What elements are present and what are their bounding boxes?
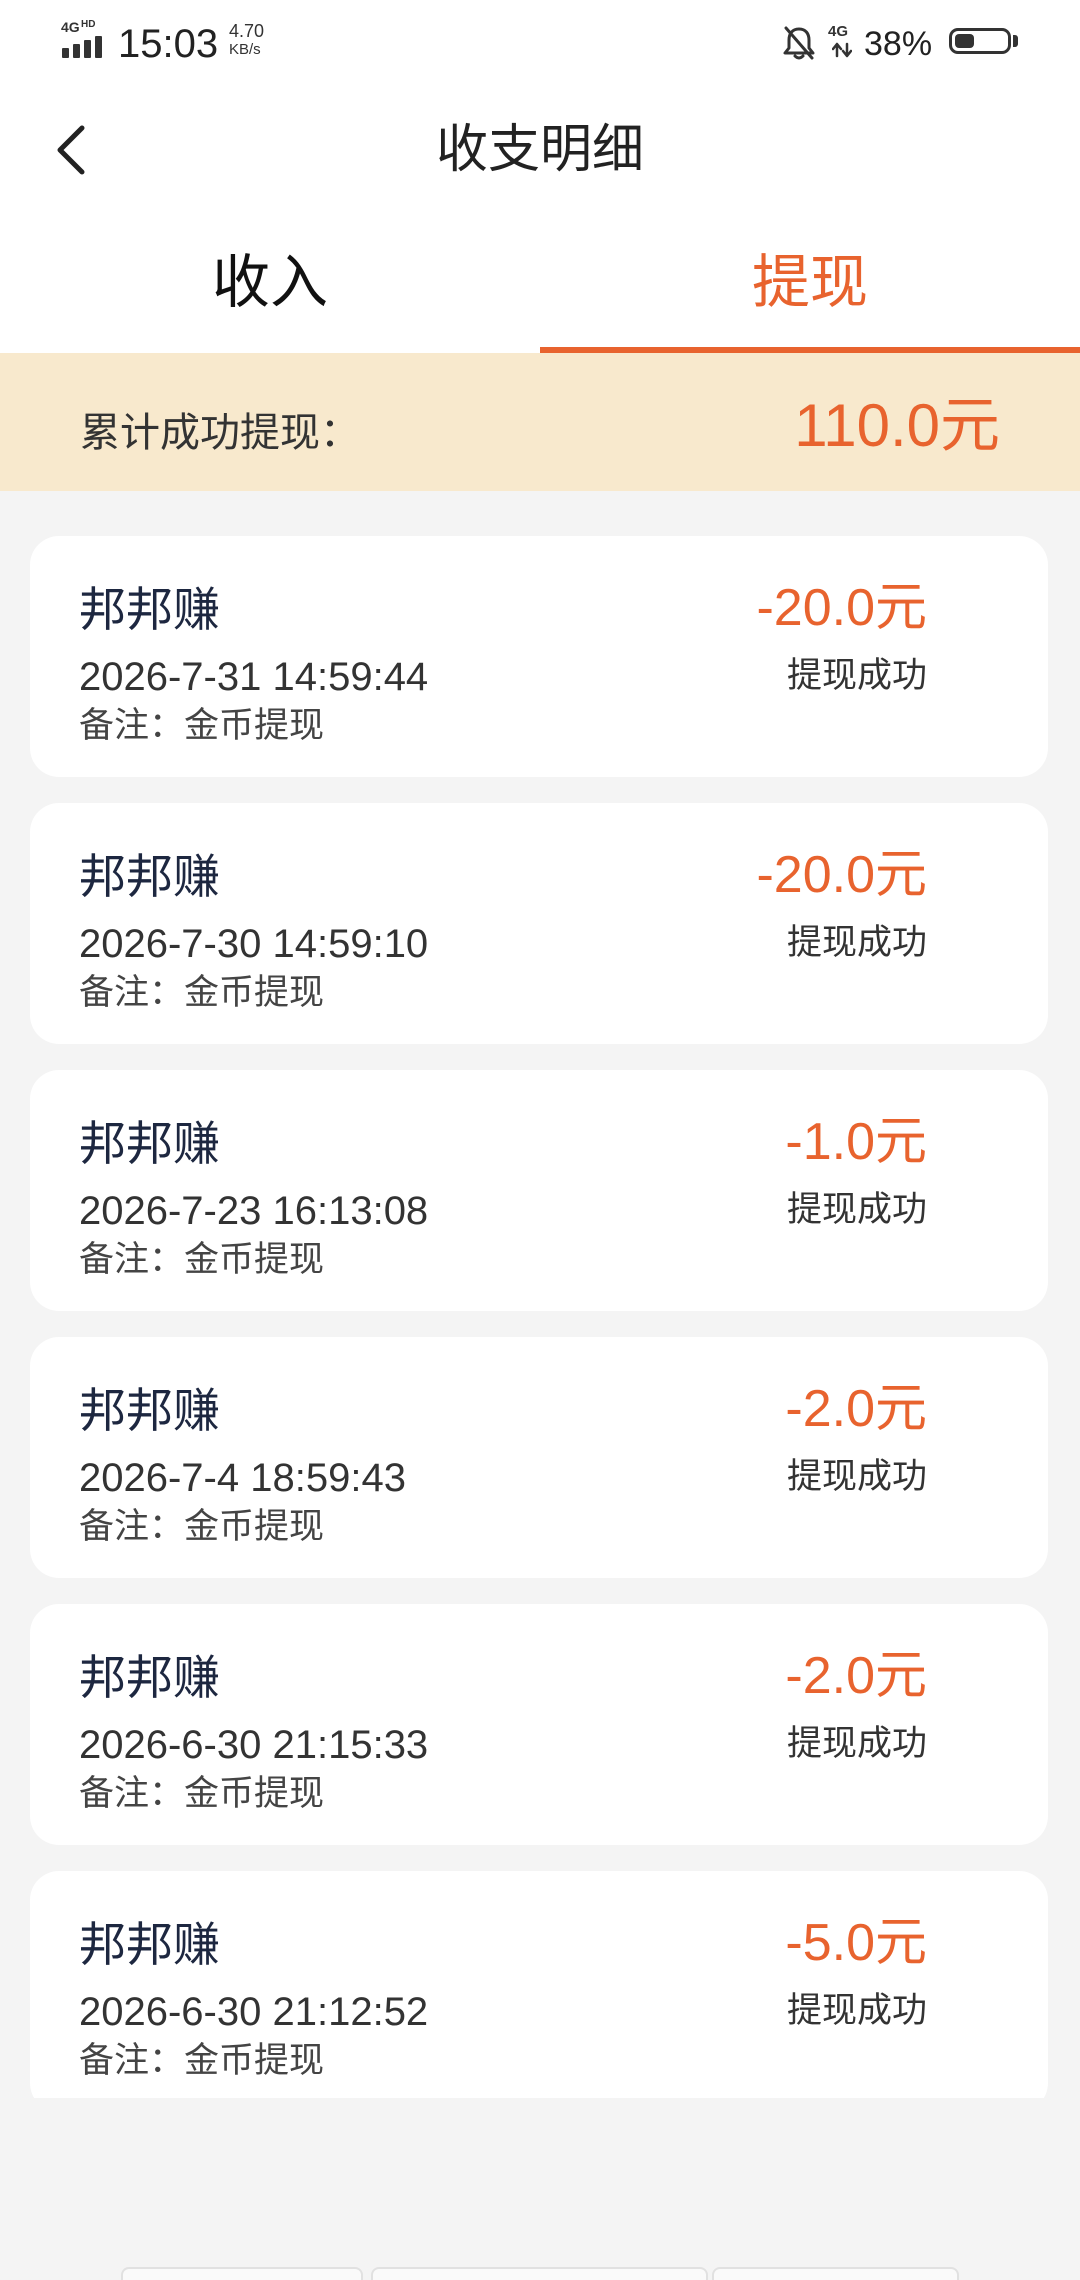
record-status: 提现成功 [786, 1190, 927, 1229]
record-amount: -1.0元 [785, 1113, 927, 1171]
battery-level-fill [955, 34, 974, 48]
summary-amount: 110.0元 [794, 392, 1000, 459]
record-remark: 备注：金币提现 [79, 973, 325, 1012]
record-amount: -20.0元 [756, 579, 927, 637]
record-time: 2026-7-31 14:59:44 [79, 655, 429, 699]
record-amount: -2.0元 [785, 1647, 927, 1705]
record-source-name: 邦邦赚 [79, 1117, 220, 1170]
network-speed-value: 4.70 [229, 21, 265, 41]
record-card[interactable]: 邦邦赚 2026-7-31 14:59:44 备注：金币提现 -20.0元 提现… [30, 536, 1048, 777]
record-source-name: 邦邦赚 [79, 1918, 220, 1971]
record-status: 提现成功 [786, 1724, 927, 1763]
record-card[interactable]: 邦邦赚 2026-7-4 18:59:43 备注：金币提现 -2.0元 提现成功 [30, 1337, 1048, 1578]
record-status: 提现成功 [786, 1991, 927, 2030]
battery-icon [949, 28, 1011, 54]
battery-tip [1013, 35, 1018, 47]
record-time: 2026-7-4 18:59:43 [79, 1456, 406, 1500]
tab-withdraw[interactable]: 提现 [540, 248, 1080, 328]
signal-type-label: 4G [61, 19, 80, 35]
record-remark: 备注：金币提现 [79, 1774, 325, 1813]
record-source-name: 邦邦赚 [79, 583, 220, 636]
record-card[interactable]: 邦邦赚 2026-7-30 14:59:10 备注：金币提现 -20.0元 提现… [30, 803, 1048, 1044]
withdraw-record-list[interactable]: 邦邦赚 2026-7-31 14:59:44 备注：金币提现 -20.0元 提现… [0, 536, 1080, 2098]
record-status: 提现成功 [786, 923, 927, 962]
signal-hd-label: HD [81, 19, 96, 30]
record-remark: 备注：金币提现 [79, 1240, 325, 1279]
network-speed-unit: KB/s [229, 41, 261, 58]
record-source-name: 邦邦赚 [79, 1384, 220, 1437]
record-amount: -2.0元 [785, 1380, 927, 1438]
record-time: 2026-6-30 21:15:33 [79, 1723, 429, 1767]
bottom-peek-panel [121, 2267, 363, 2280]
battery-percent: 38% [864, 25, 933, 63]
record-card[interactable]: 邦邦赚 2026-6-30 21:15:33 备注：金币提现 -2.0元 提现成… [30, 1604, 1048, 1845]
record-source-name: 邦邦赚 [79, 1651, 220, 1704]
record-amount: -5.0元 [785, 1914, 927, 1972]
record-time: 2026-7-23 16:13:08 [79, 1189, 429, 1233]
record-source-name: 邦邦赚 [79, 850, 220, 903]
bottom-peek-panel [371, 2267, 708, 2280]
record-status: 提现成功 [786, 656, 927, 695]
signal-bars-icon [62, 36, 102, 58]
tab-income[interactable]: 收入 [0, 248, 540, 328]
network-type-label: 4G [828, 23, 849, 40]
record-amount: -20.0元 [756, 846, 927, 904]
record-remark: 备注：金币提现 [79, 706, 325, 745]
status-time: 15:03 [118, 22, 219, 66]
withdraw-summary-bar: 累计成功提现： 110.0元 [0, 353, 1080, 491]
bottom-peek-panel [712, 2267, 959, 2280]
record-remark: 备注：金币提现 [79, 1507, 325, 1546]
record-remark: 备注：金币提现 [79, 2041, 325, 2080]
record-time: 2026-7-30 14:59:10 [79, 922, 429, 966]
bell-off-icon [783, 26, 815, 60]
record-card[interactable]: 邦邦赚 2026-7-23 16:13:08 备注：金币提现 -1.0元 提现成… [30, 1070, 1048, 1311]
record-status: 提现成功 [786, 1457, 927, 1496]
page-title: 收支明细 [435, 121, 644, 179]
summary-label: 累计成功提现： [80, 411, 360, 455]
record-card[interactable]: 邦邦赚 2026-6-30 21:12:52 备注：金币提现 -5.0元 提现成… [30, 1871, 1048, 2098]
record-time: 2026-6-30 21:12:52 [79, 1990, 429, 2034]
updown-arrows-icon [832, 42, 852, 58]
